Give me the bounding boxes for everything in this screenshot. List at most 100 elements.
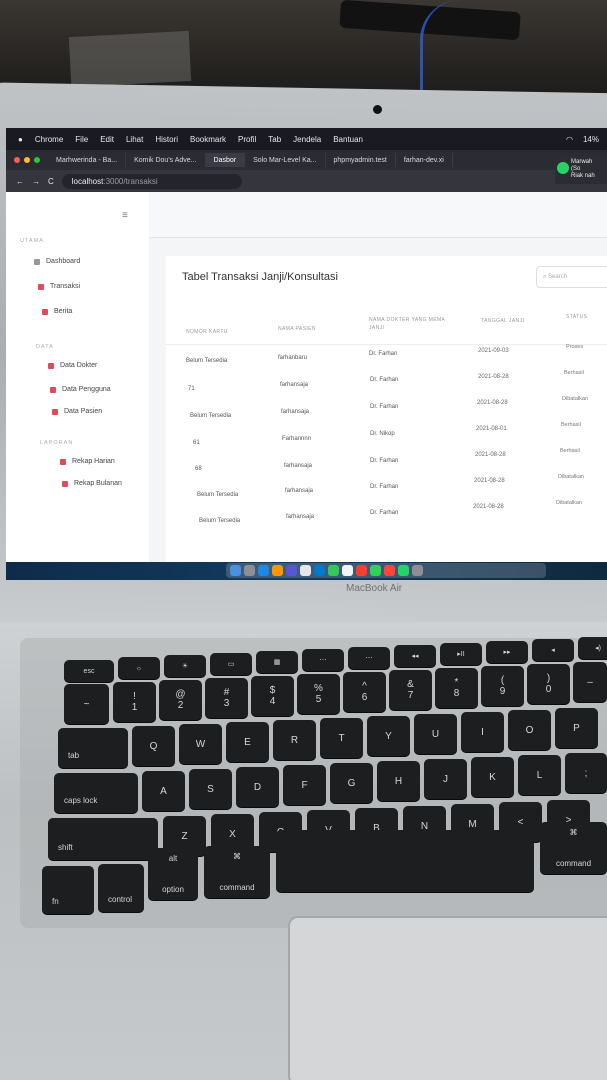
sidebar-item-dashboard[interactable]: Dashboard: [34, 258, 80, 265]
wifi-icon[interactable]: ◠: [566, 135, 573, 144]
forward-icon[interactable]: →: [32, 177, 40, 186]
key-backtick[interactable]: ~: [64, 684, 109, 724]
menu-bookmark[interactable]: Bookmark: [190, 135, 226, 144]
key-g[interactable]: G: [330, 763, 373, 803]
key-f2[interactable]: ☀: [164, 655, 206, 677]
app-icon[interactable]: [286, 565, 297, 576]
key-esc[interactable]: esc: [64, 660, 114, 682]
tab-6[interactable]: farhan-dev.xi: [396, 153, 453, 167]
back-icon[interactable]: ←: [16, 177, 24, 186]
key-a[interactable]: A: [142, 771, 185, 811]
key-k[interactable]: K: [471, 757, 514, 797]
tab-5[interactable]: phpmyadmin.test: [326, 153, 396, 167]
key-f7[interactable]: ◂◂: [394, 645, 436, 667]
menu-help[interactable]: Bantuan: [333, 135, 363, 144]
key-fn[interactable]: fn: [42, 866, 94, 914]
key-j[interactable]: J: [424, 759, 467, 799]
key-f11[interactable]: ◂): [578, 637, 607, 659]
whatsapp-notification[interactable]: Marwah (So Riak nah: [555, 156, 607, 184]
column-header-status[interactable]: STATUS: [566, 314, 587, 320]
menu-history[interactable]: Histori: [155, 135, 178, 144]
chrome-icon[interactable]: [342, 565, 353, 576]
app-icon[interactable]: [328, 565, 339, 576]
tab-1[interactable]: Marhwerinda - Ba...: [48, 153, 127, 167]
key-f3[interactable]: ▭: [210, 653, 252, 675]
key-tab[interactable]: tab: [58, 728, 128, 768]
key-u[interactable]: U: [414, 714, 457, 754]
key-p[interactable]: P: [555, 708, 598, 748]
apple-icon[interactable]: ●: [18, 135, 23, 144]
finder-icon[interactable]: [230, 565, 241, 576]
sidebar-item-data-pasien[interactable]: Data Pasien: [52, 408, 102, 415]
key-option[interactable]: alt option: [148, 848, 198, 900]
key-f4[interactable]: ▦: [256, 651, 298, 673]
key-i[interactable]: I: [461, 712, 504, 752]
zoom-window-button[interactable]: [34, 157, 40, 163]
menu-window[interactable]: Jendela: [293, 135, 321, 144]
sidebar-item-rekap-harian[interactable]: Rekap Harian: [60, 458, 115, 465]
android-icon[interactable]: [370, 565, 381, 576]
key-space[interactable]: [276, 830, 534, 892]
app-icon[interactable]: [384, 565, 395, 576]
sidebar-item-transaksi[interactable]: Transaksi: [38, 283, 80, 290]
column-header-card-number[interactable]: NOMOR KARTU: [186, 329, 228, 335]
key-e[interactable]: E: [226, 722, 269, 762]
key-2[interactable]: @2: [159, 680, 202, 720]
key-l[interactable]: L: [518, 755, 561, 795]
key-f5[interactable]: ⋯: [302, 649, 344, 671]
close-window-button[interactable]: [14, 157, 20, 163]
key-f1[interactable]: ☼: [118, 657, 160, 679]
key-f9[interactable]: ▸▸: [486, 641, 528, 663]
key-command-left[interactable]: ⌘ command: [204, 846, 270, 898]
key-5[interactable]: % 5: [297, 674, 340, 714]
trackpad[interactable]: [288, 916, 607, 1080]
menu-file[interactable]: File: [75, 135, 88, 144]
tab-3[interactable]: Dasbor: [205, 153, 246, 167]
key-4[interactable]: $4: [251, 676, 294, 716]
vscode-icon[interactable]: [314, 565, 325, 576]
key-caps-lock[interactable]: caps lock: [54, 773, 138, 813]
column-header-patient[interactable]: NAMA PASIEN: [278, 326, 316, 332]
key-f10[interactable]: ◂: [532, 639, 574, 661]
column-header-date[interactable]: TANGGAL JANJI: [481, 318, 524, 324]
whatsapp-icon[interactable]: [398, 565, 409, 576]
trash-icon[interactable]: [412, 565, 423, 576]
search-input[interactable]: ⌕ Search: [536, 266, 607, 288]
key-f8[interactable]: ▸II: [440, 643, 482, 665]
key-command-right[interactable]: ⌘ command: [540, 822, 607, 874]
url-field[interactable]: localhost:3000/transaksi: [61, 173, 242, 189]
key-control[interactable]: control: [98, 864, 144, 912]
key-9[interactable]: (9: [481, 666, 524, 706]
sidebar-item-data-pengguna[interactable]: Data Pengguna: [50, 386, 111, 393]
menu-view[interactable]: Lihat: [126, 135, 143, 144]
key-w[interactable]: W: [179, 724, 222, 764]
menu-edit[interactable]: Edit: [100, 135, 114, 144]
key-f6[interactable]: ⋯: [348, 647, 390, 669]
sidebar-item-berita[interactable]: Berita: [42, 308, 72, 315]
key-q[interactable]: Q: [132, 726, 175, 766]
sidebar-item-rekap-bulanan[interactable]: Rekap Bulanan: [62, 480, 122, 487]
key-y[interactable]: Y: [367, 716, 410, 756]
safari-icon[interactable]: [258, 565, 269, 576]
key-s[interactable]: S: [189, 769, 232, 809]
key-3[interactable]: #3: [205, 678, 248, 718]
menu-chrome[interactable]: Chrome: [35, 135, 63, 144]
reload-icon[interactable]: C: [48, 177, 54, 186]
menu-toggle-icon[interactable]: ≡: [122, 210, 128, 221]
app-icon[interactable]: [272, 565, 283, 576]
battery-label[interactable]: 14%: [583, 135, 599, 144]
minimize-window-button[interactable]: [24, 157, 30, 163]
column-header-doctor[interactable]: NAMA DOKTER YANG MEMA JANJI: [369, 316, 449, 332]
key-o[interactable]: O: [508, 710, 551, 750]
app-icon[interactable]: [356, 565, 367, 576]
launchpad-icon[interactable]: [244, 565, 255, 576]
key-r[interactable]: R: [273, 720, 316, 760]
key-1[interactable]: ! 1: [113, 682, 156, 722]
key-6[interactable]: ^ 6: [343, 672, 386, 712]
key-minus[interactable]: –: [573, 662, 607, 702]
key-h[interactable]: H: [377, 761, 420, 801]
key-8[interactable]: * 8: [435, 668, 478, 708]
key-t[interactable]: T: [320, 718, 363, 758]
app-icon[interactable]: [300, 565, 311, 576]
tab-2[interactable]: Komik Dou's Adve...: [126, 153, 206, 167]
